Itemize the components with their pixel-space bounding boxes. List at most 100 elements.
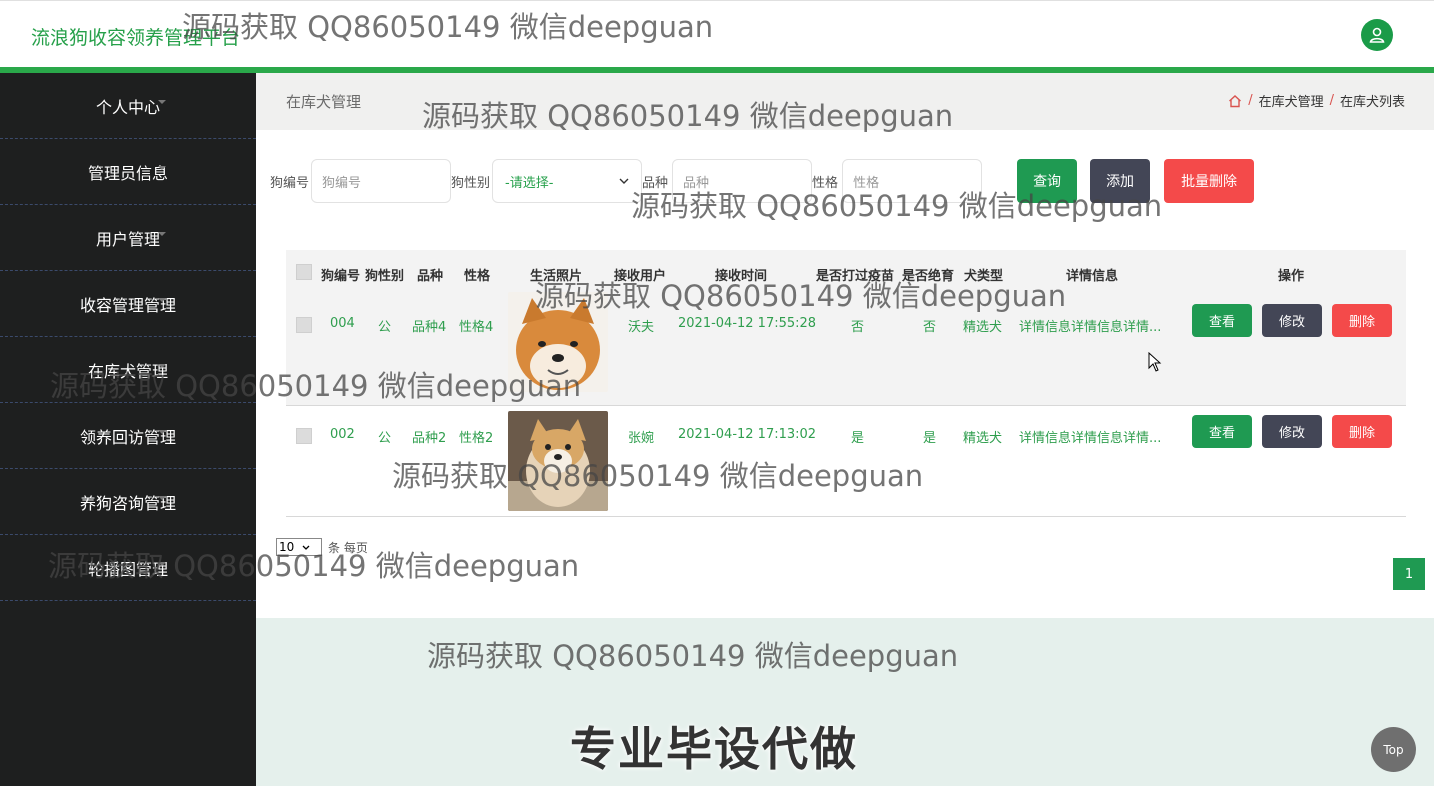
breadcrumb-separator: / [1248,93,1253,108]
sidebar-item-label: 个人中心 [95,97,160,117]
cell-time: 2021-04-12 17:13:02 [678,427,817,442]
delete-button[interactable]: 删除 [1332,304,1392,337]
cell-sex: 公 [378,431,392,446]
view-button[interactable]: 查看 [1192,304,1252,337]
sex-select-value: -请选择- [505,175,554,191]
page-size-select[interactable]: 10 [276,538,322,556]
row-checkbox[interactable] [296,317,312,333]
sidebar-item-label: 领养回访管理 [79,427,176,447]
sex-select[interactable]: -请选择- [492,159,643,203]
delete-button[interactable]: 删除 [1332,415,1392,448]
sidebar-item-label: 用户管理 [95,229,160,249]
user-avatar[interactable] [1361,19,1393,51]
select-all-checkbox[interactable] [296,264,312,280]
column-header: 狗编号 [321,269,361,284]
sidebar: 个人中心 管理员信息 用户管理 收容管理管理 在库犬管理 领养回访管理 养狗咨询… [0,73,256,786]
column-header: 品种 [417,269,444,284]
cell-sex: 公 [378,320,392,335]
edit-button[interactable]: 修改 [1262,304,1322,337]
top-header: 流浪狗收容领养管理平台 [0,0,1434,67]
footer: 专业毕设代做 [256,618,1434,786]
breed-label: 品种 [642,175,669,191]
dog-photo[interactable] [508,411,608,511]
column-header: 狗性别 [365,269,405,284]
cell-vaccinated: 是 [851,431,865,446]
breed-input[interactable]: 品种 [672,159,813,203]
dog-photo-image [508,292,608,392]
cell-detail: 详情信息详情信息详情... [1019,431,1162,446]
temper-input[interactable]: 性格 [842,159,983,203]
chevron-down-icon [158,166,166,170]
table-header: 狗编号 狗性别 品种 性格 生活照片 接收用户 接收时间 是否打过疫苗 是否绝育… [286,250,1406,295]
sidebar-item-user-management[interactable]: 用户管理 [0,205,256,271]
user-icon [1369,27,1385,43]
cell-user: 沃夫 [628,320,655,335]
home-icon[interactable] [1228,94,1242,108]
page-number-current[interactable]: 1 [1393,558,1425,590]
sidebar-item-label: 养狗咨询管理 [79,493,176,513]
view-button[interactable]: 查看 [1192,415,1252,448]
sidebar-item-label: 收容管理管理 [79,295,176,315]
sidebar-item-dogs-in-stock[interactable]: 在库犬管理 [0,337,256,403]
back-to-top-button[interactable]: Top [1371,727,1416,772]
breadcrumb-item[interactable]: 在库犬管理 [1259,91,1324,110]
chevron-down-icon [158,496,166,500]
cell-type: 精选犬 [963,320,1003,335]
edit-button[interactable]: 修改 [1262,415,1322,448]
sidebar-item-adoption-visit[interactable]: 领养回访管理 [0,403,256,469]
table-row: 004 公 品种4 性格4 沃夫 2021-04-12 17:55:28 否 否… [286,292,1406,406]
mouse-cursor-icon [1148,352,1162,372]
sidebar-item-personal-center[interactable]: 个人中心 [0,73,256,139]
breadcrumb: / 在库犬管理 / 在库犬列表 [1228,91,1405,110]
sidebar-item-admin-info[interactable]: 管理员信息 [0,139,256,205]
temper-label: 性格 [812,175,839,191]
sidebar-item-label: 管理员信息 [87,163,168,183]
row-checkbox[interactable] [296,428,312,444]
query-button[interactable]: 查询 [1017,159,1078,203]
page-size-label: 条 每页 [328,541,368,555]
chevron-down-icon [619,178,629,184]
cell-neutered: 是 [923,431,937,446]
cell-type: 精选犬 [963,431,1003,446]
chevron-down-icon [158,100,166,104]
dog-photo-image [508,411,608,511]
cell-temper: 性格4 [459,320,494,335]
cell-breed: 品种2 [412,431,447,446]
cell-user: 张婉 [628,431,655,446]
column-header: 操作 [1278,269,1305,284]
column-header: 犬类型 [964,269,1004,284]
chevron-down-icon [158,562,166,566]
chevron-down-icon [158,430,166,434]
dog-photo[interactable] [508,292,608,392]
breadcrumb-bar: 在库犬管理 / 在库犬管理 / 在库犬列表 [256,73,1434,130]
sidebar-item-label: 轮播图管理 [87,559,168,579]
page-title: 在库犬管理 [286,93,362,111]
sex-label: 狗性别 [451,175,491,191]
cell-dog-no: 004 [330,316,355,331]
dog-table: 狗编号 狗性别 品种 性格 生活照片 接收用户 接收时间 是否打过疫苗 是否绝育… [286,250,1406,517]
breadcrumb-separator: / [1329,93,1334,108]
column-header: 性格 [464,269,491,284]
add-button[interactable]: 添加 [1090,159,1151,203]
main-content: 在库犬管理 / 在库犬管理 / 在库犬列表 狗编号 狗编号 狗性别 -请选择- … [256,73,1434,786]
column-header: 是否打过疫苗 [816,269,895,284]
column-header: 详情信息 [1066,269,1119,284]
cell-detail: 详情信息详情信息详情... [1019,320,1162,335]
sidebar-item-shelter-management[interactable]: 收容管理管理 [0,271,256,337]
batch-delete-button[interactable]: 批量删除 [1164,159,1255,203]
dog-no-input[interactable]: 狗编号 [311,159,452,203]
app-title: 流浪狗收容领养管理平台 [31,27,241,49]
sidebar-item-carousel[interactable]: 轮播图管理 [0,535,256,601]
column-header: 生活照片 [530,269,583,284]
search-form: 狗编号 狗编号 狗性别 -请选择- 品种 品种 性格 性格 查询 添加 批量删除 [270,159,1255,203]
cell-neutered: 否 [923,320,937,335]
chevron-down-icon [302,545,310,550]
breadcrumb-item: 在库犬列表 [1339,95,1405,110]
cell-dog-no: 002 [330,427,355,442]
chevron-down-icon [158,232,166,236]
cell-time: 2021-04-12 17:55:28 [678,316,817,331]
column-header: 是否绝育 [902,269,955,284]
column-header: 接收时间 [715,269,768,284]
sidebar-item-dog-consult[interactable]: 养狗咨询管理 [0,469,256,535]
chevron-down-icon [158,364,166,368]
